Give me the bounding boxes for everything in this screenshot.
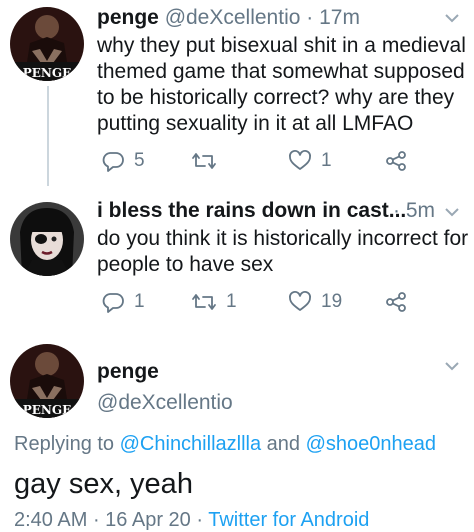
timestamp: 2:40 AM	[14, 509, 88, 531]
avatar-image: PENGE	[10, 344, 84, 418]
replying-to: Replying to @Chinchillazllla and @shoe0n…	[14, 433, 436, 456]
source-link[interactable]: Twitter for Android	[208, 509, 369, 531]
tweet-footer: 2:40 AM · 16 Apr 20 · Twitter for Androi…	[14, 509, 369, 532]
tweet-text: gay sex, yeah	[14, 468, 193, 500]
replying-and: and	[261, 433, 306, 455]
mention-link[interactable]: @Chinchillazllla	[120, 433, 261, 455]
display-name[interactable]: penge	[97, 360, 159, 384]
separator: ·	[190, 509, 209, 531]
main-tweet: PENGE penge @deXcellentio Replying to @C…	[0, 0, 474, 532]
separator: ·	[87, 509, 106, 531]
avatar[interactable]: PENGE	[10, 344, 84, 418]
chevron-down-icon[interactable]	[444, 360, 460, 372]
avatar-caption: PENGE	[23, 403, 72, 417]
handle[interactable]: @deXcellentio	[97, 391, 233, 415]
date: 16 Apr 20	[105, 509, 191, 531]
mention-link[interactable]: @shoe0nhead	[306, 433, 436, 455]
replying-prefix: Replying to	[14, 433, 120, 455]
